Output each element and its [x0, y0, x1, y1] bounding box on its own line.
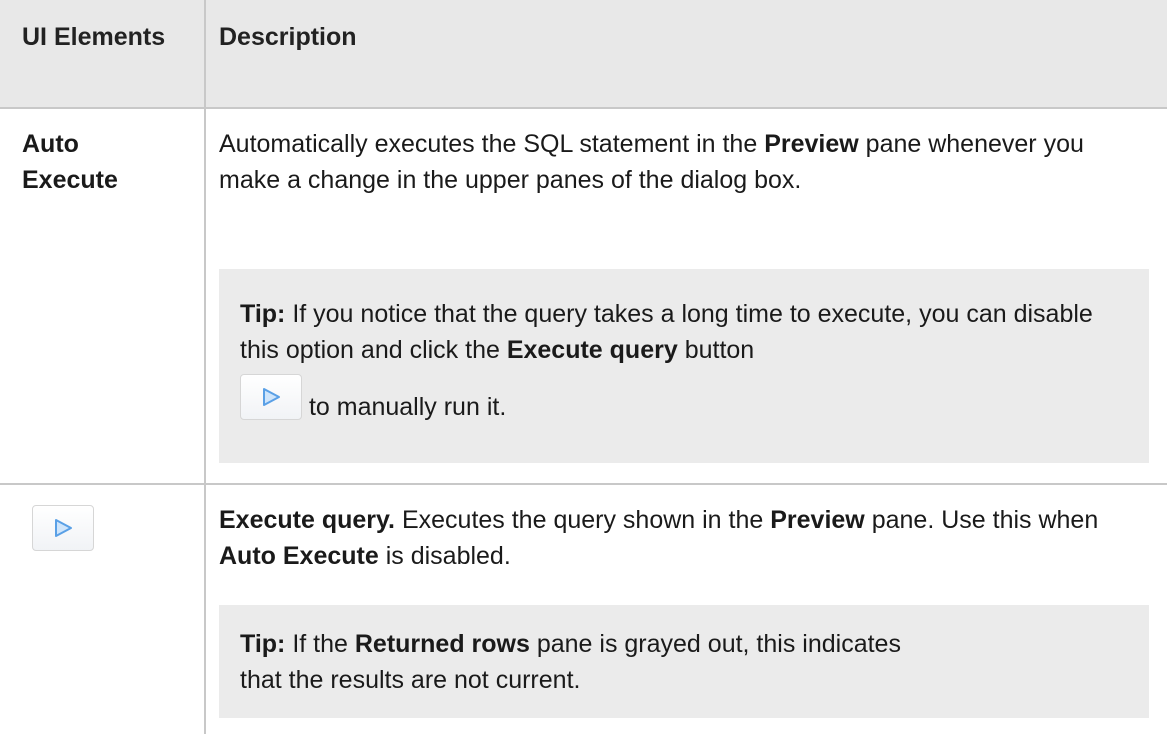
desc-bold-execute-query: Execute query. [219, 506, 396, 534]
tip-text: button [677, 336, 755, 364]
tip-label: Tip: [240, 630, 286, 658]
execute-query-button[interactable] [240, 374, 302, 420]
row-divider [0, 483, 1167, 485]
header-description: Description [219, 23, 357, 51]
desc-text: pane. Use this when [864, 506, 1099, 534]
description-auto-execute: Automatically executes the SQL statement… [219, 126, 1149, 198]
tip-label: Tip: [240, 300, 286, 328]
tip-box-auto-execute: Tip: If you notice that the query takes … [219, 269, 1149, 463]
tip-text: to manually run it. [302, 392, 507, 421]
play-icon [55, 519, 72, 537]
description-execute-query: Execute query. Executes the query shown … [219, 502, 1149, 574]
desc-text: Automatically executes the SQL statement… [219, 130, 765, 158]
desc-text: is disabled. [378, 542, 511, 570]
tip-bold-returned-rows: Returned rows [354, 630, 530, 658]
desc-bold-preview: Preview [770, 506, 865, 534]
tip-bold-execute-query: Execute query [506, 336, 678, 364]
element-auto-execute: Auto Execute [22, 130, 118, 194]
header-divider [0, 107, 1167, 109]
play-icon [263, 388, 280, 406]
tip-box-execute-query: Tip: If the Returned rows pane is grayed… [219, 605, 1149, 718]
desc-text: Executes the query shown in the [395, 506, 771, 534]
desc-bold-auto-execute: Auto Execute [219, 542, 379, 570]
tip-text: If the [285, 630, 355, 658]
ui-elements-table: UI Elements Description Auto Execute Aut… [0, 0, 1167, 734]
desc-bold-preview: Preview [764, 130, 859, 158]
column-divider [204, 0, 206, 734]
header-ui-elements: UI Elements [22, 23, 166, 51]
execute-query-button[interactable] [32, 505, 94, 551]
